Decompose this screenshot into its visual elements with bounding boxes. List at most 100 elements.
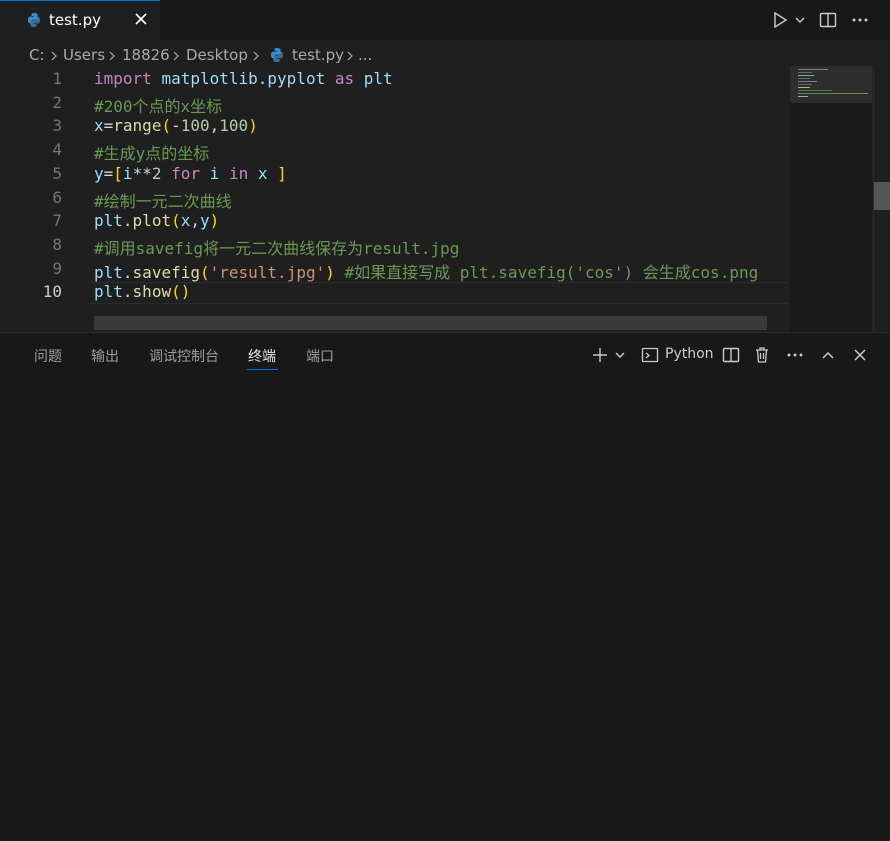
minimap-line bbox=[798, 69, 828, 70]
code-token: for bbox=[171, 163, 201, 183]
line-number: 6 bbox=[52, 187, 62, 207]
line-number: 7 bbox=[52, 211, 62, 231]
close-icon[interactable] bbox=[850, 345, 870, 365]
code-line[interactable]: plt.show() bbox=[94, 282, 190, 301]
bottom-panel: 问题 输出 调试控制台 终端 端口 Python bbox=[0, 332, 890, 840]
line-number: 8 bbox=[52, 234, 62, 254]
code-line[interactable]: #绘制一元二次曲线 bbox=[94, 188, 232, 212]
code-token: . bbox=[122, 211, 133, 231]
code-line[interactable]: #生成y点的坐标 bbox=[94, 140, 209, 164]
tab-problems[interactable]: 问题 bbox=[34, 346, 62, 366]
tab-debug-console[interactable]: 调试控制台 bbox=[149, 346, 219, 366]
chevron-right-icon bbox=[109, 51, 115, 61]
code-token: . bbox=[257, 69, 268, 88]
code-token: #生成y点的坐标 bbox=[94, 144, 210, 164]
breadcrumb-item[interactable]: 18826 bbox=[122, 46, 170, 64]
code-line[interactable]: #200个点的x坐标 bbox=[94, 93, 222, 117]
line-number: 1 bbox=[52, 69, 62, 88]
code-token: import bbox=[94, 69, 152, 88]
code-token: i bbox=[209, 163, 220, 183]
more-actions-icon[interactable] bbox=[785, 345, 805, 365]
code-token: = bbox=[103, 116, 114, 136]
terminal-name[interactable]: Python bbox=[665, 346, 714, 362]
breadcrumb-item[interactable]: ... bbox=[358, 46, 372, 64]
scrollbar-thumb[interactable] bbox=[874, 182, 890, 210]
chevron-right-icon bbox=[347, 51, 353, 61]
chevron-right-icon bbox=[253, 51, 259, 61]
split-editor-icon[interactable] bbox=[818, 10, 838, 30]
code-token: matplotlib bbox=[161, 69, 258, 88]
code-line[interactable]: import matplotlib.pyplot as plt bbox=[94, 69, 393, 88]
code-token: ) bbox=[325, 262, 335, 282]
code-token: #绘制一元二次曲线 bbox=[94, 191, 232, 211]
code-token: . bbox=[122, 282, 133, 302]
code-line[interactable]: plt.plot(x,y) bbox=[94, 211, 219, 230]
minimap-line bbox=[798, 96, 808, 97]
code-token: ( bbox=[171, 211, 181, 231]
close-icon[interactable] bbox=[132, 10, 150, 28]
minimap-line bbox=[798, 78, 810, 79]
line-number: 2 bbox=[52, 92, 62, 112]
editor-tab-label: test.py bbox=[49, 11, 101, 29]
trash-icon[interactable] bbox=[752, 345, 772, 365]
code-token: y bbox=[200, 211, 210, 231]
minimap-line bbox=[798, 75, 814, 76]
chevron-down-icon[interactable] bbox=[794, 10, 806, 30]
line-number: 9 bbox=[52, 258, 62, 278]
minimap-line bbox=[798, 81, 817, 82]
code-token: y bbox=[94, 163, 104, 183]
code-token: x bbox=[94, 116, 104, 136]
breadcrumb-item[interactable]: C: bbox=[29, 46, 45, 64]
tab-output[interactable]: 输出 bbox=[91, 346, 119, 366]
run-icon[interactable] bbox=[770, 10, 790, 30]
tab-terminal[interactable]: 终端 bbox=[248, 346, 276, 366]
code-token: ] bbox=[277, 163, 287, 183]
python-file-icon bbox=[271, 48, 283, 62]
chevron-up-icon[interactable] bbox=[818, 345, 838, 365]
horizontal-scrollbar[interactable] bbox=[94, 316, 767, 330]
breadcrumb-item[interactable]: test.py bbox=[292, 46, 344, 64]
code-token: #200个点的x坐标 bbox=[94, 96, 223, 116]
code-token: plt bbox=[94, 282, 123, 302]
more-actions-icon[interactable] bbox=[850, 10, 870, 30]
code-token: 'result.jpg' bbox=[209, 262, 326, 282]
code-token: ( bbox=[171, 282, 181, 302]
chevron-right-icon bbox=[173, 51, 179, 61]
editor-tab-test-py[interactable]: test.py bbox=[0, 0, 160, 40]
chevron-down-icon[interactable] bbox=[614, 345, 626, 365]
code-token: ** bbox=[132, 163, 152, 183]
code-token: . bbox=[122, 262, 133, 282]
code-token: 100 bbox=[219, 116, 249, 136]
code-token: show bbox=[132, 282, 172, 302]
terminal-icon[interactable] bbox=[640, 345, 660, 365]
terminal-area[interactable] bbox=[0, 373, 890, 841]
minimap-line bbox=[798, 87, 810, 88]
code-token: ( bbox=[199, 262, 210, 282]
code-line[interactable]: plt.savefig('result.jpg') #如果直接写成 plt.sa… bbox=[94, 259, 758, 283]
breadcrumb-item[interactable]: Desktop bbox=[186, 46, 248, 64]
code-line[interactable]: x=range(-100,100) bbox=[94, 116, 258, 135]
plus-icon[interactable] bbox=[590, 345, 610, 365]
code-editor[interactable]: 1 2 3 4 5 6 7 8 9 10 import matplotlib.pyplot as … bbox=[0, 66, 890, 332]
vertical-scrollbar[interactable] bbox=[873, 66, 890, 332]
code-line[interactable]: #调用savefig将一元二次曲线保存为result.jpg bbox=[94, 235, 459, 259]
line-number: 5 bbox=[52, 163, 62, 183]
code-token: plot bbox=[132, 211, 172, 231]
tab-ports[interactable]: 端口 bbox=[306, 346, 334, 366]
split-terminal-icon[interactable] bbox=[721, 345, 741, 365]
minimap-line bbox=[798, 90, 832, 91]
minimap[interactable] bbox=[790, 66, 872, 332]
code-token: range bbox=[113, 116, 162, 136]
breadcrumb-item[interactable]: Users bbox=[63, 46, 105, 64]
code-line[interactable]: y=[i**2 for i in x ] bbox=[94, 164, 287, 183]
code-token: as bbox=[334, 69, 355, 88]
